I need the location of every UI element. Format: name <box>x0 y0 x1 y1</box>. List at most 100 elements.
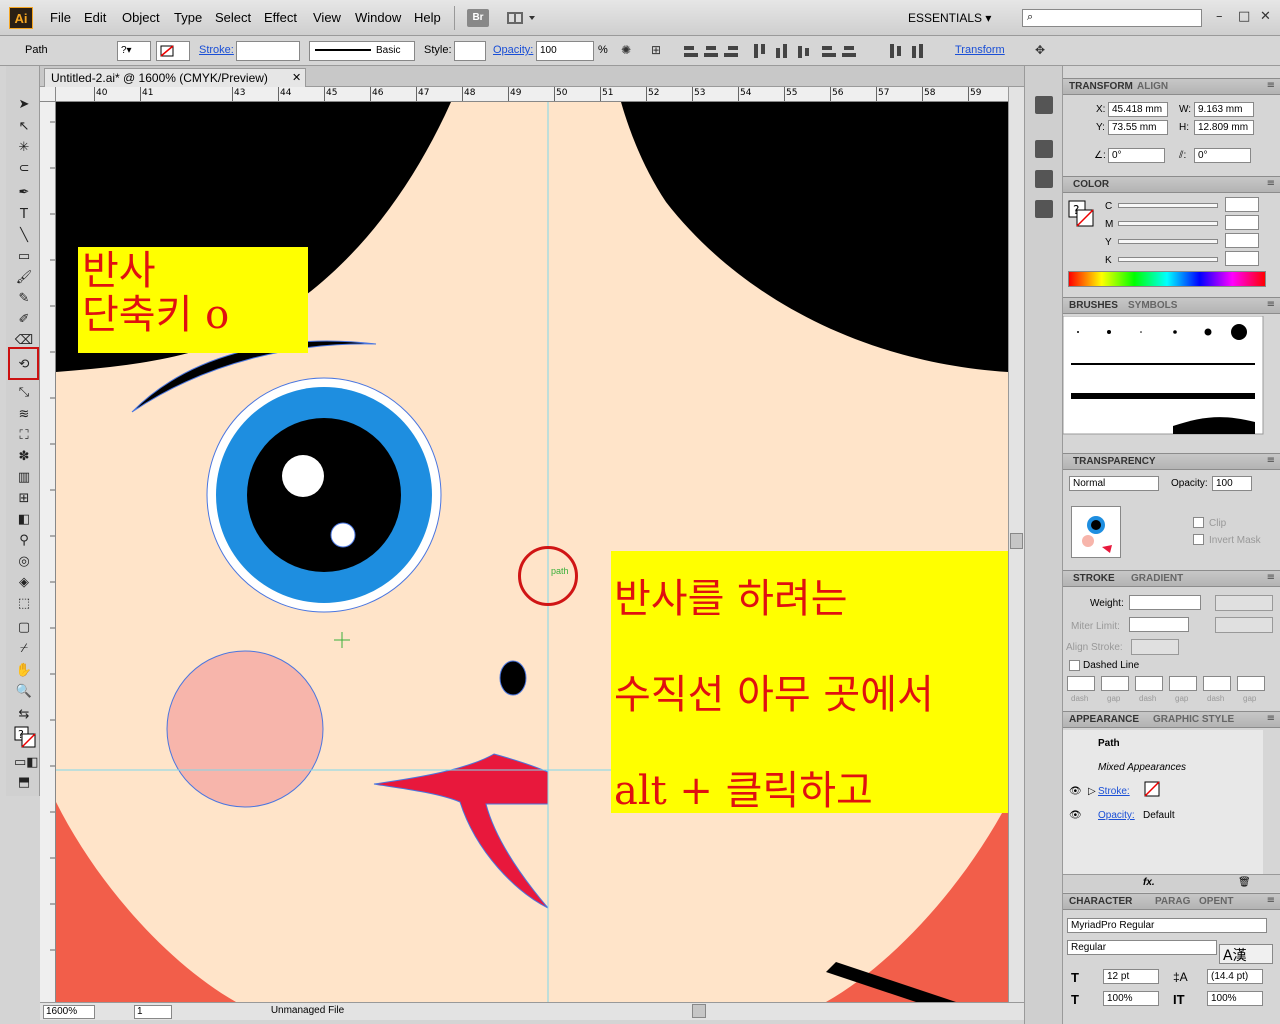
tab-stroke[interactable]: STROKE <box>1073 573 1115 584</box>
vertical-scale-field[interactable]: 100% <box>1207 991 1263 1006</box>
tab-gradient[interactable]: GRADIENT <box>1131 573 1183 584</box>
live-paint-tool-icon[interactable]: ◈ <box>14 574 34 592</box>
pencil-tool-icon[interactable]: ✎ <box>14 290 34 308</box>
pupil[interactable] <box>247 418 401 572</box>
artboard-tool-icon[interactable]: ▢ <box>14 619 34 637</box>
graphic-style-picker[interactable] <box>454 41 486 61</box>
nose[interactable] <box>499 660 527 696</box>
gap-field-2[interactable] <box>1169 676 1197 691</box>
h-field[interactable]: 12.809 mm <box>1194 120 1254 135</box>
blend-mode-select[interactable]: Normal <box>1069 476 1159 491</box>
graph-tool-icon[interactable]: ▥ <box>14 469 34 487</box>
recolor-icon[interactable]: ✺ <box>618 43 634 59</box>
panel-menu-icon[interactable]: ≡ <box>1267 895 1275 906</box>
mesh-tool-icon[interactable]: ⊞ <box>14 490 34 508</box>
shear-field[interactable]: 0° <box>1194 148 1251 163</box>
vertical-scroll-thumb[interactable] <box>1010 533 1023 549</box>
leading-field[interactable]: (14.4 pt) <box>1207 969 1263 984</box>
menu-select[interactable]: Select <box>215 10 251 25</box>
workspace-switcher[interactable]: ESSENTIALS ▾ <box>900 8 1006 28</box>
brush-definition[interactable]: Basic <box>309 41 415 61</box>
menu-window[interactable]: Window <box>355 10 401 25</box>
align-buttons[interactable] <box>684 44 944 60</box>
color-mode-icons[interactable]: ▭◧ <box>14 754 39 772</box>
stroke-weight-field[interactable] <box>236 41 300 61</box>
blob-brush-tool-icon[interactable]: ✐ <box>14 311 34 329</box>
search-input[interactable]: ⌕ <box>1022 9 1202 27</box>
trash-icon[interactable]: 🗑 <box>1238 877 1251 888</box>
menu-effect[interactable]: Effect <box>264 10 297 25</box>
magenta-field[interactable] <box>1225 215 1259 230</box>
warp-tool-icon[interactable]: ≋ <box>14 406 34 424</box>
font-size-field[interactable]: 12 pt <box>1103 969 1159 984</box>
gap-field-1[interactable] <box>1101 676 1129 691</box>
stroke-swatch[interactable] <box>156 41 190 61</box>
lasso-tool-icon[interactable]: ⊂ <box>14 160 34 178</box>
tab-appearance[interactable]: APPEARANCE <box>1069 714 1139 725</box>
tab-graphic-style[interactable]: GRAPHIC STYLE <box>1153 714 1234 725</box>
menu-edit[interactable]: Edit <box>84 10 106 25</box>
font-family-select[interactable]: MyriadPro Regular <box>1067 918 1267 933</box>
y-field[interactable]: 73.55 mm <box>1108 120 1168 135</box>
eye-highlight-large[interactable] <box>282 455 324 497</box>
fill-stroke-icon[interactable]: ? <box>14 726 36 748</box>
fx-icon[interactable]: fx. <box>1143 877 1155 888</box>
direct-selection-tool-icon[interactable]: ↖ <box>14 118 34 136</box>
gradient-icon[interactable] <box>1035 140 1053 158</box>
rotate-field[interactable]: 0° <box>1108 148 1165 163</box>
horizontal-scale-field[interactable]: 100% <box>1103 991 1159 1006</box>
minimize-icon[interactable]: – <box>1216 9 1223 24</box>
none-swatch-icon[interactable] <box>1144 781 1160 797</box>
panel-menu-icon[interactable]: ≡ <box>1267 713 1275 724</box>
appearance-opacity-link[interactable]: Opacity: <box>1098 810 1135 821</box>
pen-tool-icon[interactable]: ✒ <box>14 184 34 202</box>
type-tool-icon[interactable]: T <box>14 206 34 224</box>
horizontal-scroll-thumb[interactable] <box>692 1004 706 1018</box>
slice-tool-icon[interactable]: ⌿ <box>14 640 34 658</box>
magic-wand-tool-icon[interactable]: ✳ <box>14 139 34 157</box>
line-tool-icon[interactable]: ╲ <box>14 227 34 245</box>
zoom-tool-icon[interactable]: 🔍 <box>14 683 34 701</box>
tab-brushes[interactable]: BRUSHES <box>1069 300 1118 311</box>
tab-symbols[interactable]: SYMBOLS <box>1128 300 1177 311</box>
cyan-field[interactable] <box>1225 197 1259 212</box>
horizontal-scrollbar[interactable] <box>40 1002 1024 1020</box>
tab-paragraph[interactable]: PARAG <box>1155 896 1190 907</box>
symbol-sprayer-tool-icon[interactable]: ✽ <box>14 448 34 466</box>
stroke-cap-buttons[interactable] <box>1215 595 1273 611</box>
fill-swatch[interactable]: ?▾ <box>117 41 151 61</box>
opacity-link[interactable]: Opacity: <box>493 44 533 56</box>
panel-menu-icon[interactable]: ≡ <box>1267 178 1275 189</box>
ime-indicator[interactable]: A漢 <box>1219 944 1273 964</box>
stroke-link[interactable]: Stroke: <box>199 44 234 56</box>
color-spectrum[interactable] <box>1068 271 1266 287</box>
expand-triangle-icon[interactable]: ▷ <box>1088 786 1096 797</box>
artboard-number-field[interactable]: 1 <box>134 1005 172 1019</box>
close-icon[interactable]: ✕ <box>1260 9 1271 24</box>
isolate-icon[interactable]: ✥ <box>1032 43 1048 59</box>
dashed-line-checkbox[interactable] <box>1069 660 1080 671</box>
gradient-tool-icon[interactable]: ◧ <box>14 511 34 529</box>
paintbrush-tool-icon[interactable]: 🖌 <box>14 269 34 287</box>
maximize-icon[interactable]: □ <box>1238 9 1250 24</box>
pathfinder-icon[interactable] <box>1035 200 1053 218</box>
swap-colors-icon[interactable]: ⇆ <box>14 706 34 724</box>
cyan-slider[interactable] <box>1118 203 1218 208</box>
x-field[interactable]: 45.418 mm <box>1108 102 1168 117</box>
eye-icon[interactable]: 👁 <box>1069 786 1082 797</box>
layers-icon[interactable] <box>1035 170 1053 188</box>
stroke-corner-buttons[interactable] <box>1215 617 1273 633</box>
weight-field[interactable] <box>1129 595 1201 610</box>
scale-tool-icon[interactable]: ⤡ <box>14 384 34 402</box>
opacity-field[interactable]: 100 <box>536 41 594 61</box>
transform-link[interactable]: Transform <box>955 44 1005 56</box>
menu-object[interactable]: Object <box>122 10 160 25</box>
menu-help[interactable]: Help <box>414 10 441 25</box>
gap-field-3[interactable] <box>1237 676 1265 691</box>
live-paint-selection-icon[interactable]: ⬚ <box>14 595 34 613</box>
yellow-slider[interactable] <box>1118 239 1218 244</box>
yellow-field[interactable] <box>1225 233 1259 248</box>
eye-icon[interactable]: 👁 <box>1069 810 1082 821</box>
tab-transparency[interactable]: TRANSPARENCY <box>1073 456 1156 467</box>
reflect-tool-icon[interactable]: ⟲ <box>14 356 34 374</box>
